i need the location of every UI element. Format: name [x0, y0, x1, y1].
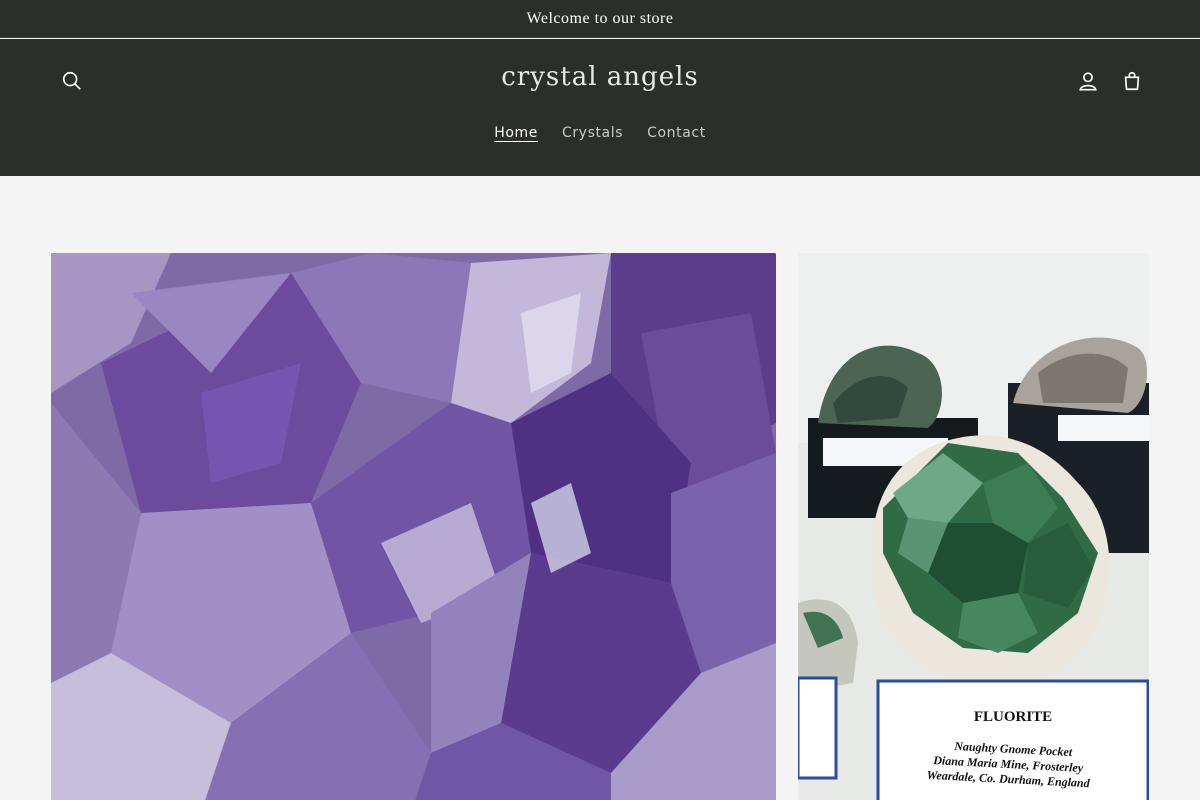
- main-content: FLUORITE Naughty Gnome Pocket Diana Mari…: [0, 176, 1200, 800]
- label-title: FLUORITE: [974, 709, 1052, 725]
- site-header: crystal angels Home Crystals Contact: [0, 39, 1200, 176]
- cart-button[interactable]: [1110, 59, 1154, 103]
- nav-home[interactable]: Home: [482, 123, 550, 143]
- main-navigation: Home Crystals Contact: [0, 123, 1200, 143]
- amethyst-illustration: [51, 253, 776, 800]
- fluorite-illustration: FLUORITE Naughty Gnome Pocket Diana Mari…: [798, 253, 1149, 800]
- account-icon: [1079, 72, 1097, 91]
- fluorite-image[interactable]: FLUORITE Naughty Gnome Pocket Diana Mari…: [798, 253, 1149, 800]
- announcement-bar: Welcome to our store: [0, 0, 1200, 38]
- store-logo[interactable]: crystal angels: [0, 62, 1200, 92]
- account-button[interactable]: [1066, 59, 1110, 103]
- nav-crystals[interactable]: Crystals: [550, 123, 635, 143]
- announcement-text: Welcome to our store: [526, 9, 674, 27]
- nav-contact[interactable]: Contact: [635, 123, 718, 143]
- amethyst-image[interactable]: [51, 253, 776, 800]
- cart-icon: [1124, 71, 1140, 91]
